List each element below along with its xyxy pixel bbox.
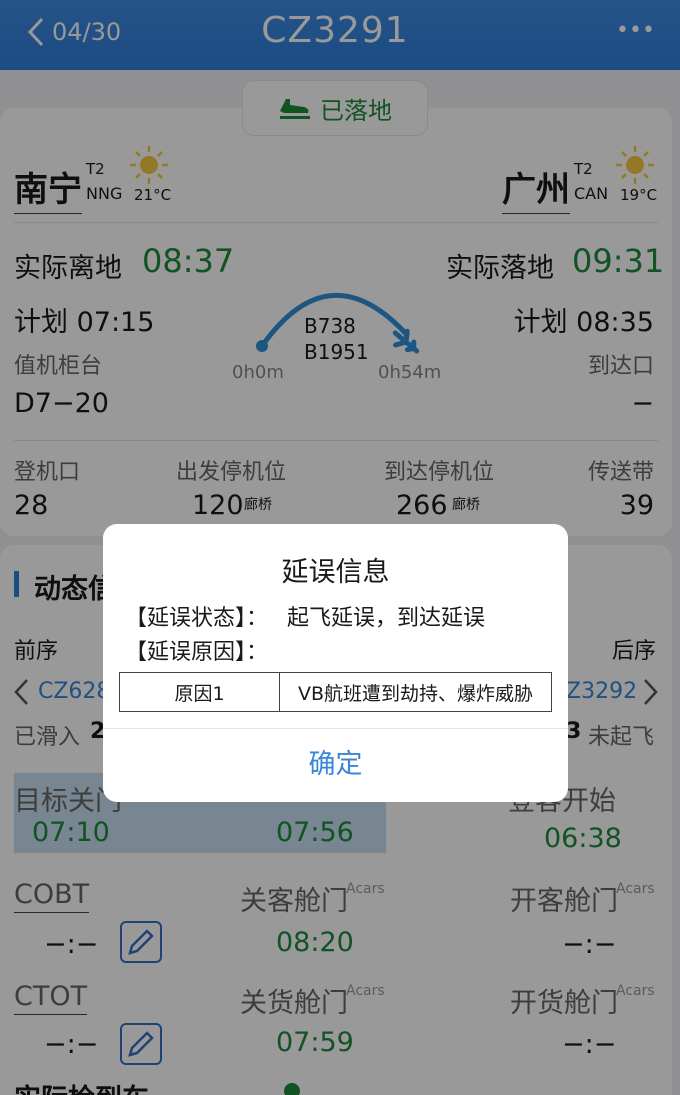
- confirm-button[interactable]: 确定: [103, 742, 568, 781]
- delay-status-value: 起飞延误，到达延误: [287, 606, 486, 631]
- delay-status-label: 【延误状态】：: [125, 606, 269, 631]
- reason-value-cell: VB航班遭到劫持、爆炸威胁: [297, 682, 534, 705]
- reason-key-cell: 原因1: [120, 673, 280, 711]
- dialog-divider: [103, 728, 568, 729]
- delay-info-dialog: 延误信息 【延误状态】： 起飞延误，到达延误 【延误原因】： 原因1 VB航班遭…: [103, 524, 568, 802]
- delay-reason-label: 【延误原因】：: [125, 640, 269, 665]
- delay-reason-table: 原因1 VB航班遭到劫持、爆炸威胁: [119, 672, 552, 712]
- dialog-title: 延误信息: [281, 557, 390, 588]
